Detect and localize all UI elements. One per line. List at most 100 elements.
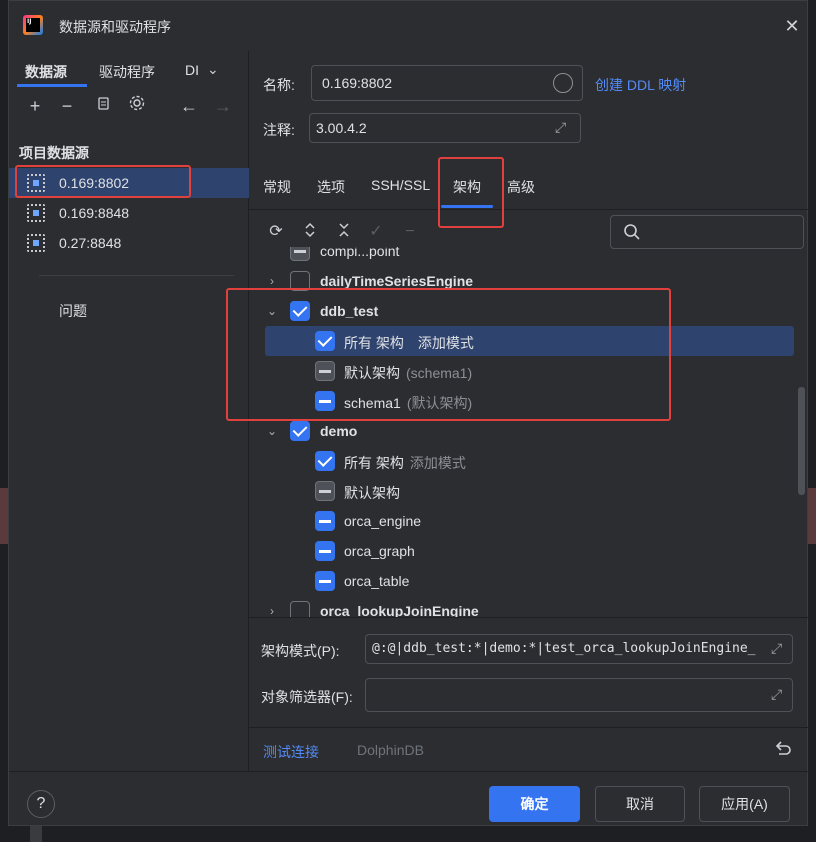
cancel-button[interactable]: 取消 bbox=[595, 786, 685, 822]
add-icon[interactable]: + bbox=[23, 94, 47, 118]
chevron-down-icon[interactable]: ⌄ bbox=[265, 424, 279, 438]
tree-node[interactable]: schema1 (默认架构) bbox=[249, 386, 799, 416]
tree-node-label: ddb_test bbox=[320, 303, 378, 319]
checkbox[interactable] bbox=[315, 361, 335, 381]
tree-node[interactable]: 所有 架构 添加模式 bbox=[249, 446, 799, 476]
test-connection-link[interactable]: 测试连接 bbox=[263, 742, 319, 762]
datasource-label: 0.27:8848 bbox=[59, 235, 122, 251]
copy-icon[interactable] bbox=[91, 94, 115, 118]
color-picker-icon[interactable] bbox=[553, 73, 573, 93]
comment-label: 注释: bbox=[263, 122, 295, 138]
tree-node[interactable]: ⌄ demo bbox=[249, 416, 799, 446]
node-hint: 添加模式 bbox=[417, 335, 474, 351]
tab-drivers[interactable]: 驱动程序 bbox=[99, 62, 155, 82]
tab-datasources[interactable]: 数据源 bbox=[25, 62, 67, 82]
expand-icon[interactable]: ⤢ bbox=[771, 686, 782, 703]
expand-icon[interactable]: ⤢ bbox=[771, 640, 782, 657]
ok-button[interactable]: 确定 bbox=[489, 786, 580, 822]
tree-node[interactable]: 所有 架构 添加模式 bbox=[265, 326, 794, 356]
tree-node[interactable]: orca_graph bbox=[249, 536, 799, 566]
tab-options[interactable]: 选项 bbox=[317, 177, 345, 197]
expand-icon[interactable]: ⤢ bbox=[555, 119, 566, 136]
expand-all-icon[interactable] bbox=[299, 221, 321, 243]
tree-node[interactable]: compi...point bbox=[249, 247, 799, 266]
tab-general[interactable]: 常规 bbox=[263, 177, 291, 197]
create-ddl-mapping-link[interactable]: 创建 DDL 映射 bbox=[595, 75, 686, 95]
active-tab-indicator bbox=[441, 205, 493, 208]
node-hint: (schema1) bbox=[406, 365, 473, 381]
close-icon[interactable]: ✕ bbox=[781, 15, 803, 37]
name-field[interactable]: 0.169:8802 bbox=[311, 65, 583, 101]
app-logo-icon: IJ bbox=[23, 15, 43, 35]
datasource-item[interactable]: 0.169:8848 bbox=[9, 198, 249, 228]
schema-pattern-field[interactable]: @:@|ddb_test:*|demo:*|test_orca_lookupJo… bbox=[365, 634, 793, 664]
title-bar: IJ 数据源和驱动程序 ✕ bbox=[9, 1, 809, 51]
left-tabs: 数据源 驱动程序 DI ⌄ bbox=[9, 51, 249, 87]
left-panel: 数据源 驱动程序 DI ⌄ + − ← → 项目数据源 0.169:8802 0… bbox=[9, 51, 249, 771]
checkbox[interactable] bbox=[290, 247, 310, 261]
checkbox[interactable] bbox=[290, 601, 310, 617]
tree-node[interactable]: › orca_lookupJoinEngine bbox=[249, 596, 799, 617]
schema-pattern-label: 架构模式(P): bbox=[261, 643, 340, 659]
tree-node[interactable]: orca_engine bbox=[249, 506, 799, 536]
chevron-down-icon[interactable]: ⌄ bbox=[265, 304, 279, 318]
refresh-icon[interactable]: ⟳ bbox=[265, 221, 287, 243]
object-filter-label: 对象筛选器(F): bbox=[261, 689, 353, 705]
comment-field[interactable]: 3.00.4.2 bbox=[309, 113, 581, 143]
vertical-scrollbar[interactable] bbox=[798, 387, 805, 495]
node-name: orca_graph bbox=[344, 543, 415, 559]
tree-node-label: dailyTimeSeriesEngine bbox=[320, 273, 473, 289]
checkbox[interactable] bbox=[315, 391, 335, 411]
chevron-right-icon[interactable]: › bbox=[265, 604, 279, 617]
tree-node[interactable]: orca_table bbox=[249, 566, 799, 596]
tree-node[interactable]: › dailyTimeSeriesEngine bbox=[249, 266, 799, 296]
search-icon bbox=[624, 224, 640, 240]
help-button[interactable]: ? bbox=[27, 790, 55, 818]
back-arrow-icon[interactable]: ← bbox=[177, 94, 201, 118]
checkbox[interactable] bbox=[315, 541, 335, 561]
tab-ssh-ssl[interactable]: SSH/SSL bbox=[371, 177, 430, 193]
checkbox[interactable] bbox=[290, 271, 310, 291]
remove-icon[interactable]: − bbox=[55, 94, 79, 118]
node-name: dailyTimeSeriesEngine bbox=[320, 273, 474, 289]
chevron-down-icon[interactable]: ⌄ bbox=[207, 61, 219, 78]
collapse-all-icon[interactable] bbox=[333, 221, 355, 243]
chevron-right-icon[interactable]: › bbox=[265, 274, 279, 288]
tree-search-input[interactable] bbox=[610, 215, 804, 249]
datasource-label: 0.169:8848 bbox=[59, 205, 130, 221]
node-name: orca_engine bbox=[344, 513, 422, 529]
tree-node[interactable]: ⌄ ddb_test bbox=[249, 296, 799, 326]
node-hint: 添加模式 bbox=[409, 455, 466, 471]
datasource-item[interactable]: 0.169:8802 bbox=[9, 168, 249, 198]
tree-node[interactable]: 默认架构 (schema1) bbox=[249, 356, 799, 386]
tree-node[interactable]: 默认架构 bbox=[249, 476, 799, 506]
object-filter-field[interactable] bbox=[365, 678, 793, 712]
tree-node-label: orca_table bbox=[344, 573, 409, 589]
tab-schemas[interactable]: 架构 bbox=[453, 177, 481, 197]
datasource-dialog: IJ 数据源和驱动程序 ✕ 数据源 驱动程序 DI ⌄ + − ← → 项目数据… bbox=[8, 0, 809, 827]
background-strip bbox=[0, 488, 8, 544]
checkbox[interactable] bbox=[315, 451, 335, 471]
dialog-footer: ? 确定 取消 应用(A) bbox=[9, 771, 809, 827]
datasource-label: 0.169:8802 bbox=[59, 175, 130, 191]
checkbox[interactable] bbox=[315, 571, 335, 591]
tree-node-label: 所有 架构 添加模式 bbox=[344, 453, 466, 473]
tab-ddl[interactable]: DI bbox=[185, 62, 199, 78]
checkbox[interactable] bbox=[315, 511, 335, 531]
tree-node-label: 所有 架构 添加模式 bbox=[344, 333, 474, 353]
apply-button[interactable]: 应用(A) bbox=[699, 786, 790, 822]
database-icon bbox=[27, 204, 45, 222]
problems-item[interactable]: 问题 bbox=[59, 301, 87, 321]
checkbox[interactable] bbox=[315, 481, 335, 501]
checkbox[interactable] bbox=[290, 301, 310, 321]
checkbox[interactable] bbox=[290, 421, 310, 441]
minus-icon: − bbox=[405, 223, 415, 240]
checkbox[interactable] bbox=[315, 331, 335, 351]
node-hint: (默认架构) bbox=[406, 395, 473, 411]
database-icon bbox=[27, 234, 45, 252]
tab-advanced[interactable]: 高级 bbox=[507, 177, 535, 197]
node-name: orca_lookupJoinEngine bbox=[320, 603, 479, 617]
undo-icon[interactable] bbox=[773, 738, 793, 758]
gear-icon[interactable] bbox=[125, 94, 149, 118]
datasource-item[interactable]: 0.27:8848 bbox=[9, 228, 249, 258]
